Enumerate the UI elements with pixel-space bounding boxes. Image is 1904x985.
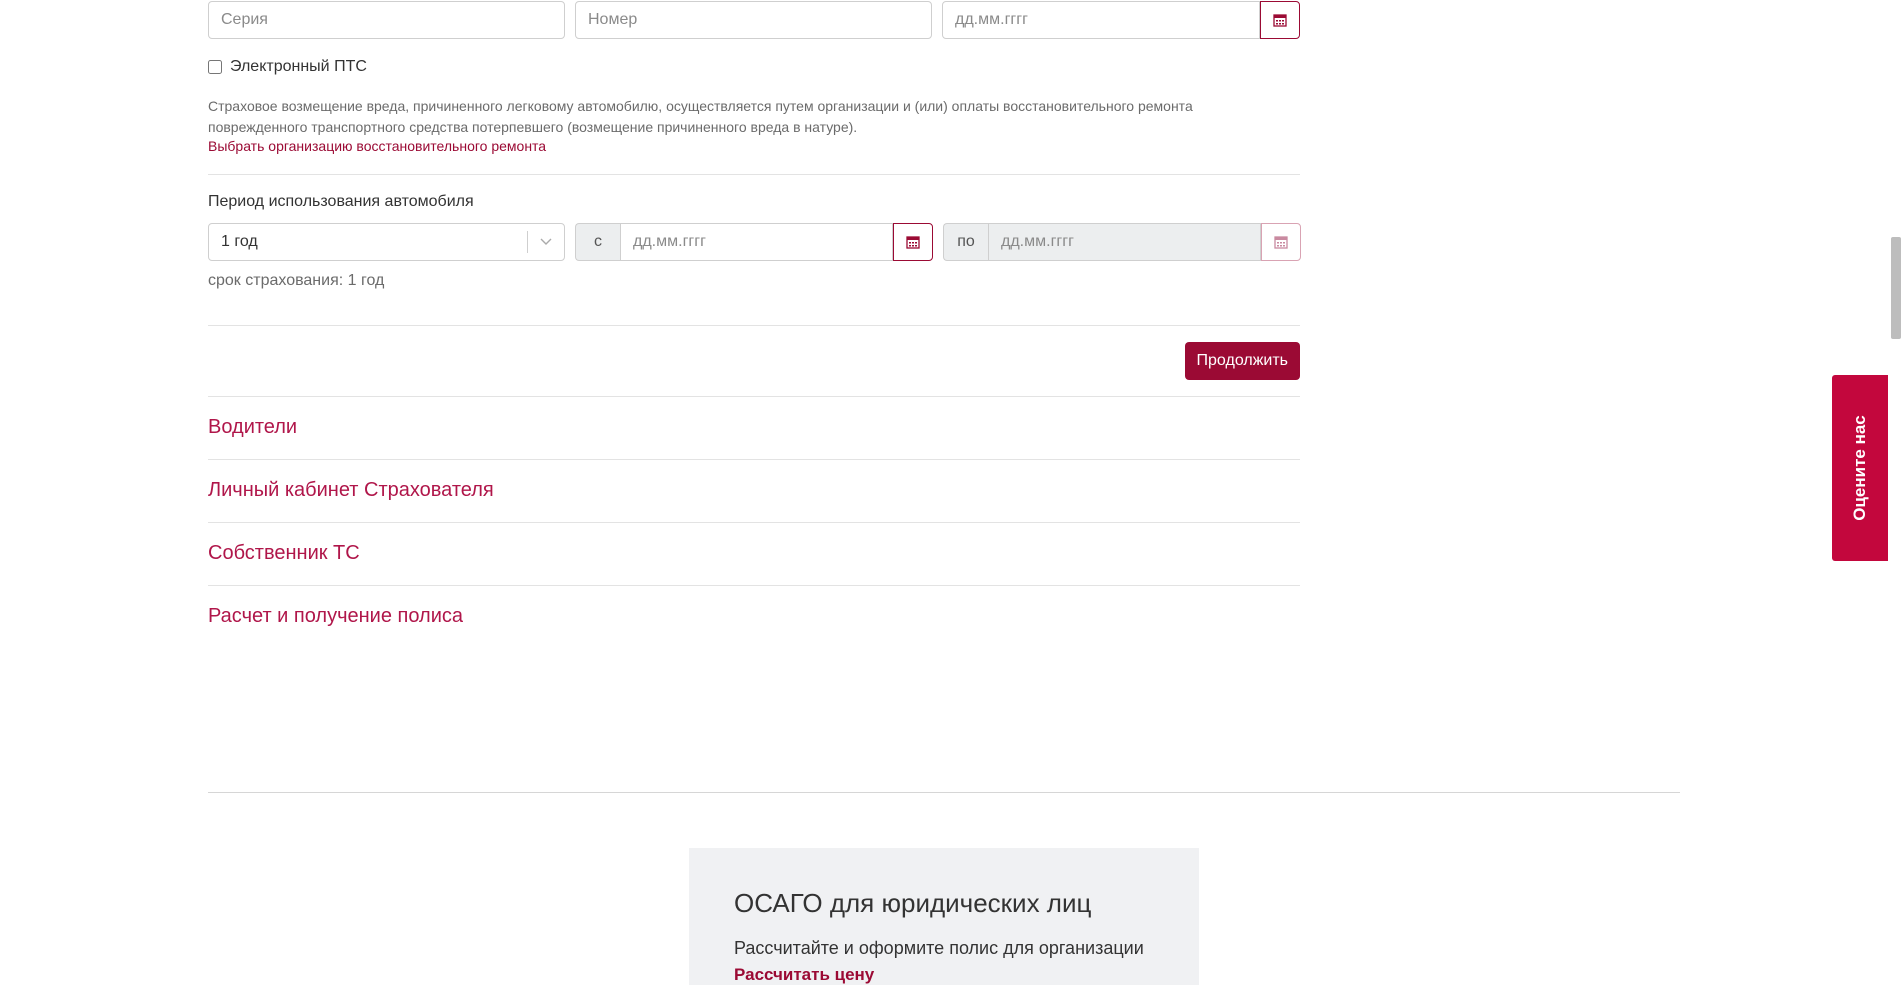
promo-text: Рассчитайте и оформите полис для организ… bbox=[734, 938, 1144, 958]
scrollbar[interactable] bbox=[1888, 0, 1904, 985]
chevron-down-icon bbox=[527, 231, 564, 253]
pts-row bbox=[208, 1, 1300, 39]
promo-title: ОСАГО для юридических лиц bbox=[734, 888, 1092, 918]
section-vehicle-owner[interactable]: Собственник ТС bbox=[208, 542, 360, 565]
to-addon: по bbox=[943, 223, 988, 261]
electronic-pts-checkbox-row[interactable]: Электронный ПТС bbox=[208, 58, 367, 76]
section-calculation[interactable]: Расчет и получение полиса bbox=[208, 605, 463, 628]
electronic-pts-label: Электронный ПТС bbox=[230, 58, 367, 75]
pts-series-input[interactable] bbox=[208, 1, 565, 39]
period-to-input bbox=[988, 223, 1261, 261]
repair-notice: Страховое возмещение вреда, причиненного… bbox=[208, 98, 1193, 135]
period-from-input[interactable] bbox=[620, 223, 893, 261]
pts-calendar-button[interactable] bbox=[1260, 1, 1300, 39]
electronic-pts-checkbox[interactable] bbox=[208, 60, 222, 74]
promo-calculate-link[interactable]: Рассчитать цену bbox=[734, 965, 874, 985]
divider bbox=[208, 325, 1300, 326]
rate-us-tab[interactable]: Оцените нас bbox=[1832, 375, 1888, 561]
legal-entity-promo-card: ОСАГО для юридических лиц Рассчитайте и … bbox=[689, 848, 1199, 985]
divider bbox=[208, 522, 1300, 523]
period-select-value: 1 год bbox=[221, 233, 258, 250]
to-calendar-button bbox=[1261, 223, 1301, 261]
divider bbox=[208, 459, 1300, 460]
period-to-group: по bbox=[943, 223, 1301, 261]
divider bbox=[208, 396, 1300, 397]
footer-divider bbox=[208, 792, 1680, 793]
period-row: 1 год с по bbox=[208, 223, 1301, 261]
section-insurer-account[interactable]: Личный кабинет Страхователя bbox=[208, 479, 494, 502]
period-from-group: с bbox=[575, 223, 933, 261]
pts-date-input[interactable] bbox=[942, 1, 1260, 39]
divider bbox=[208, 585, 1300, 586]
continue-button[interactable]: Продолжить bbox=[1184, 342, 1300, 380]
scrollbar-thumb[interactable] bbox=[1891, 237, 1901, 339]
calendar-icon bbox=[1273, 14, 1287, 27]
insurance-term-text: срок страхования: 1 год bbox=[208, 272, 385, 289]
from-addon: с bbox=[575, 223, 620, 261]
rate-us-label: Оцените нас bbox=[1850, 415, 1869, 521]
period-select[interactable]: 1 год bbox=[208, 223, 565, 261]
choose-repair-org-link[interactable]: Выбрать организацию восстановительного р… bbox=[208, 138, 546, 154]
calendar-icon bbox=[1274, 236, 1288, 249]
calendar-icon bbox=[906, 236, 920, 249]
usage-period-label: Период использования автомобиля bbox=[208, 193, 474, 210]
pts-date-group bbox=[942, 1, 1300, 39]
pts-number-input[interactable] bbox=[575, 1, 932, 39]
divider bbox=[208, 174, 1300, 175]
section-drivers[interactable]: Водители bbox=[208, 416, 297, 439]
from-calendar-button[interactable] bbox=[893, 223, 933, 261]
